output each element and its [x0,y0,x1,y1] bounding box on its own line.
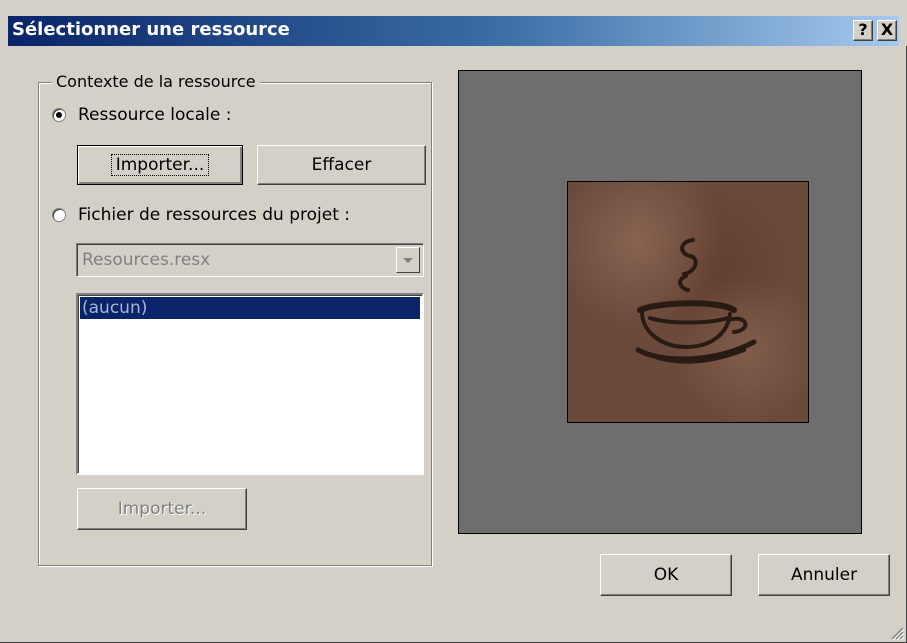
resize-grip-icon[interactable] [890,626,904,640]
ok-button[interactable]: OK [600,554,732,596]
resource-list[interactable]: (aucun) [76,293,424,475]
select-resource-dialog: Sélectionner une ressource ? X Contexte … [0,0,907,643]
project-resource-radio[interactable] [52,208,66,222]
ok-label: OK [653,565,679,585]
coffee-cup-icon [635,238,757,364]
import-local-label: Importer... [110,154,210,176]
clear-label: Effacer [311,155,372,175]
resource-file-select[interactable]: Resources.resx [76,243,424,277]
local-resource-label: Ressource locale : [78,105,232,125]
resource-file-value: Resources.resx [82,250,211,270]
close-button[interactable]: X [877,20,897,41]
dialog-title: Sélectionner une ressource [12,19,290,40]
cancel-label: Annuler [790,565,858,585]
preview-image [567,181,809,423]
resource-context-label: Contexte de la ressource [52,72,260,91]
import-project-button: Importer... [77,488,247,530]
title-bar[interactable]: Sélectionner une ressource ? X [0,0,907,46]
clear-button[interactable]: Effacer [257,145,426,185]
list-item[interactable]: (aucun) [80,297,420,319]
import-project-label: Importer... [117,499,207,519]
local-resource-radio[interactable] [52,108,66,122]
cancel-button[interactable]: Annuler [758,554,890,596]
help-button[interactable]: ? [853,20,873,41]
project-resource-label: Fichier de ressources du projet : [78,205,351,225]
project-resource-radio-row[interactable]: Fichier de ressources du projet : [52,205,350,225]
local-resource-radio-row[interactable]: Ressource locale : [52,105,231,125]
chevron-down-icon[interactable] [396,247,420,273]
title-bar-gradient: Sélectionner une ressource ? X [8,16,899,46]
import-local-button[interactable]: Importer... [77,145,243,185]
